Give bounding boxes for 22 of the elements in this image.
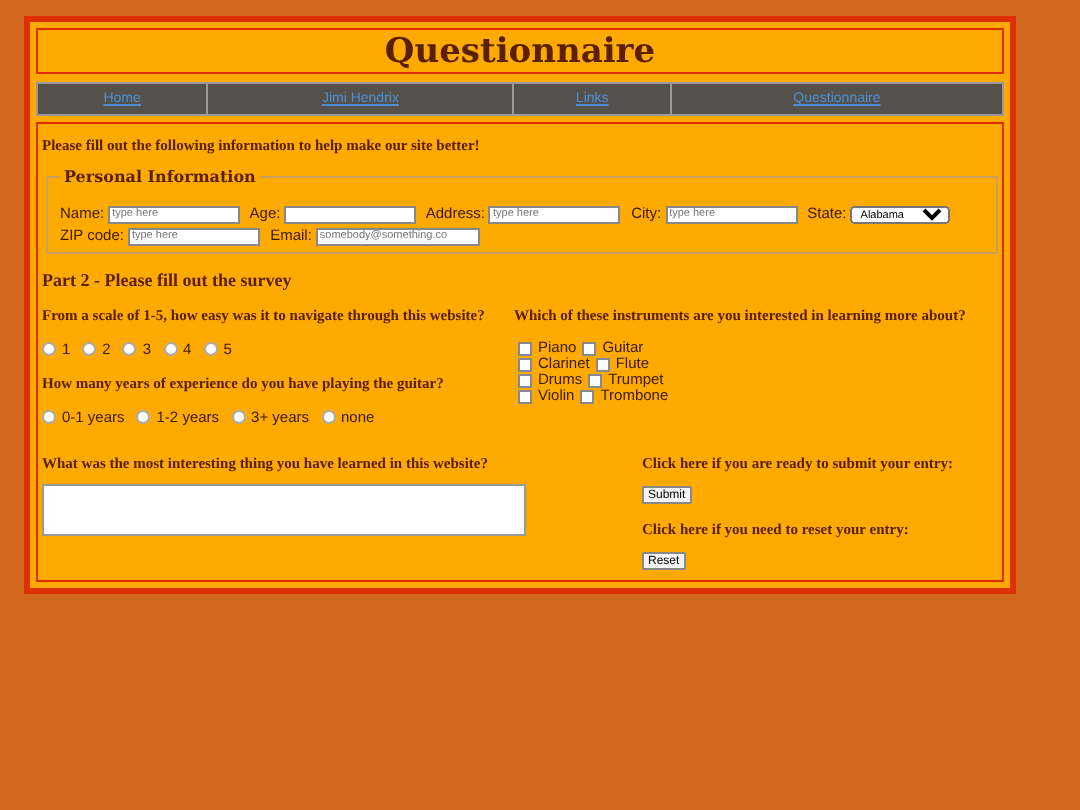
radio-button[interactable] [163,342,178,356]
checkbox[interactable] [582,341,597,355]
radio-button[interactable] [42,410,56,424]
answer-box[interactable] [42,484,526,536]
radio-button[interactable] [136,410,151,424]
checkbox[interactable] [518,389,532,403]
page-title: Questionnaire [36,28,1004,74]
radio-button[interactable] [321,410,336,424]
section-heading: Part 2 - Please fill out the survey [42,270,294,290]
checkbox[interactable] [518,357,532,371]
group-legend: Personal Information [60,166,260,186]
input-field[interactable] [284,205,417,224]
radio-button[interactable] [203,342,218,356]
checkbox[interactable] [518,341,532,355]
checkbox[interactable] [595,357,610,371]
checkbox[interactable] [588,373,603,387]
radio-button[interactable] [42,342,56,356]
checkbox[interactable] [518,373,532,387]
radio-button[interactable] [231,410,246,424]
radio-button[interactable] [82,342,97,356]
radio-button[interactable] [122,342,137,356]
checkbox[interactable] [580,389,595,403]
